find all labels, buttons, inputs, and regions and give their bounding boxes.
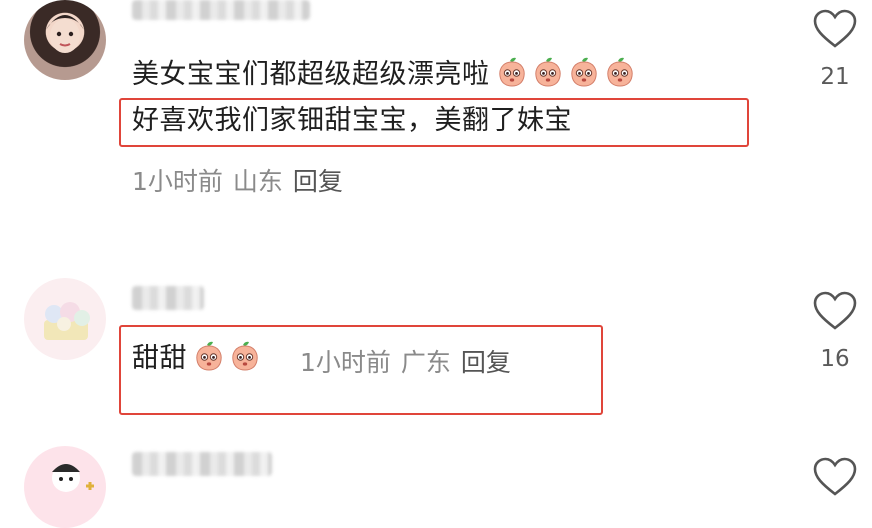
like-count: 21 (820, 64, 850, 90)
peach-face-emoji-icon (568, 56, 600, 88)
comment-text: 甜甜 (132, 340, 265, 378)
comment-line: 好喜欢我们家钿甜宝宝，美翻了妹宝 (132, 105, 572, 136)
emoji-group (193, 340, 265, 374)
like-count: 16 (820, 346, 850, 372)
avatar-plush-toys-icon (44, 302, 90, 340)
avatar-cartoon-icon (52, 464, 94, 492)
avatar[interactable] (24, 446, 106, 528)
peach-face-emoji-icon (229, 340, 261, 372)
timestamp: 1小时前 (300, 348, 391, 377)
peach-face-emoji-icon (193, 340, 225, 372)
peach-face-emoji-icon (532, 56, 564, 88)
location: 山东 (232, 167, 283, 196)
avatar[interactable] (24, 278, 106, 360)
username-blurred[interactable] (132, 0, 310, 20)
emoji-group (496, 56, 640, 90)
heart-icon[interactable] (812, 290, 858, 332)
reply-button[interactable]: 回复 (293, 167, 343, 196)
peach-face-emoji-icon (604, 56, 636, 88)
reply-button[interactable]: 回复 (461, 348, 511, 377)
avatar[interactable] (24, 0, 106, 80)
avatar-portrait-icon (46, 15, 84, 53)
comment-meta: 1小时前 广东 回复 (300, 343, 511, 379)
username-blurred[interactable] (132, 452, 272, 476)
heart-icon[interactable] (812, 8, 858, 50)
comment-meta: 1小时前 山东 回复 (132, 162, 343, 198)
comment-line: 甜甜 (132, 343, 187, 374)
timestamp: 1小时前 (132, 167, 223, 196)
peach-face-emoji-icon (496, 56, 528, 88)
comment-text: 美女宝宝们都超级超级漂亮啦 (132, 56, 640, 94)
username-blurred[interactable] (132, 286, 204, 310)
heart-icon[interactable] (812, 456, 858, 498)
comment-line: 美女宝宝们都超级超级漂亮啦 (132, 59, 490, 90)
location: 广东 (400, 348, 451, 377)
